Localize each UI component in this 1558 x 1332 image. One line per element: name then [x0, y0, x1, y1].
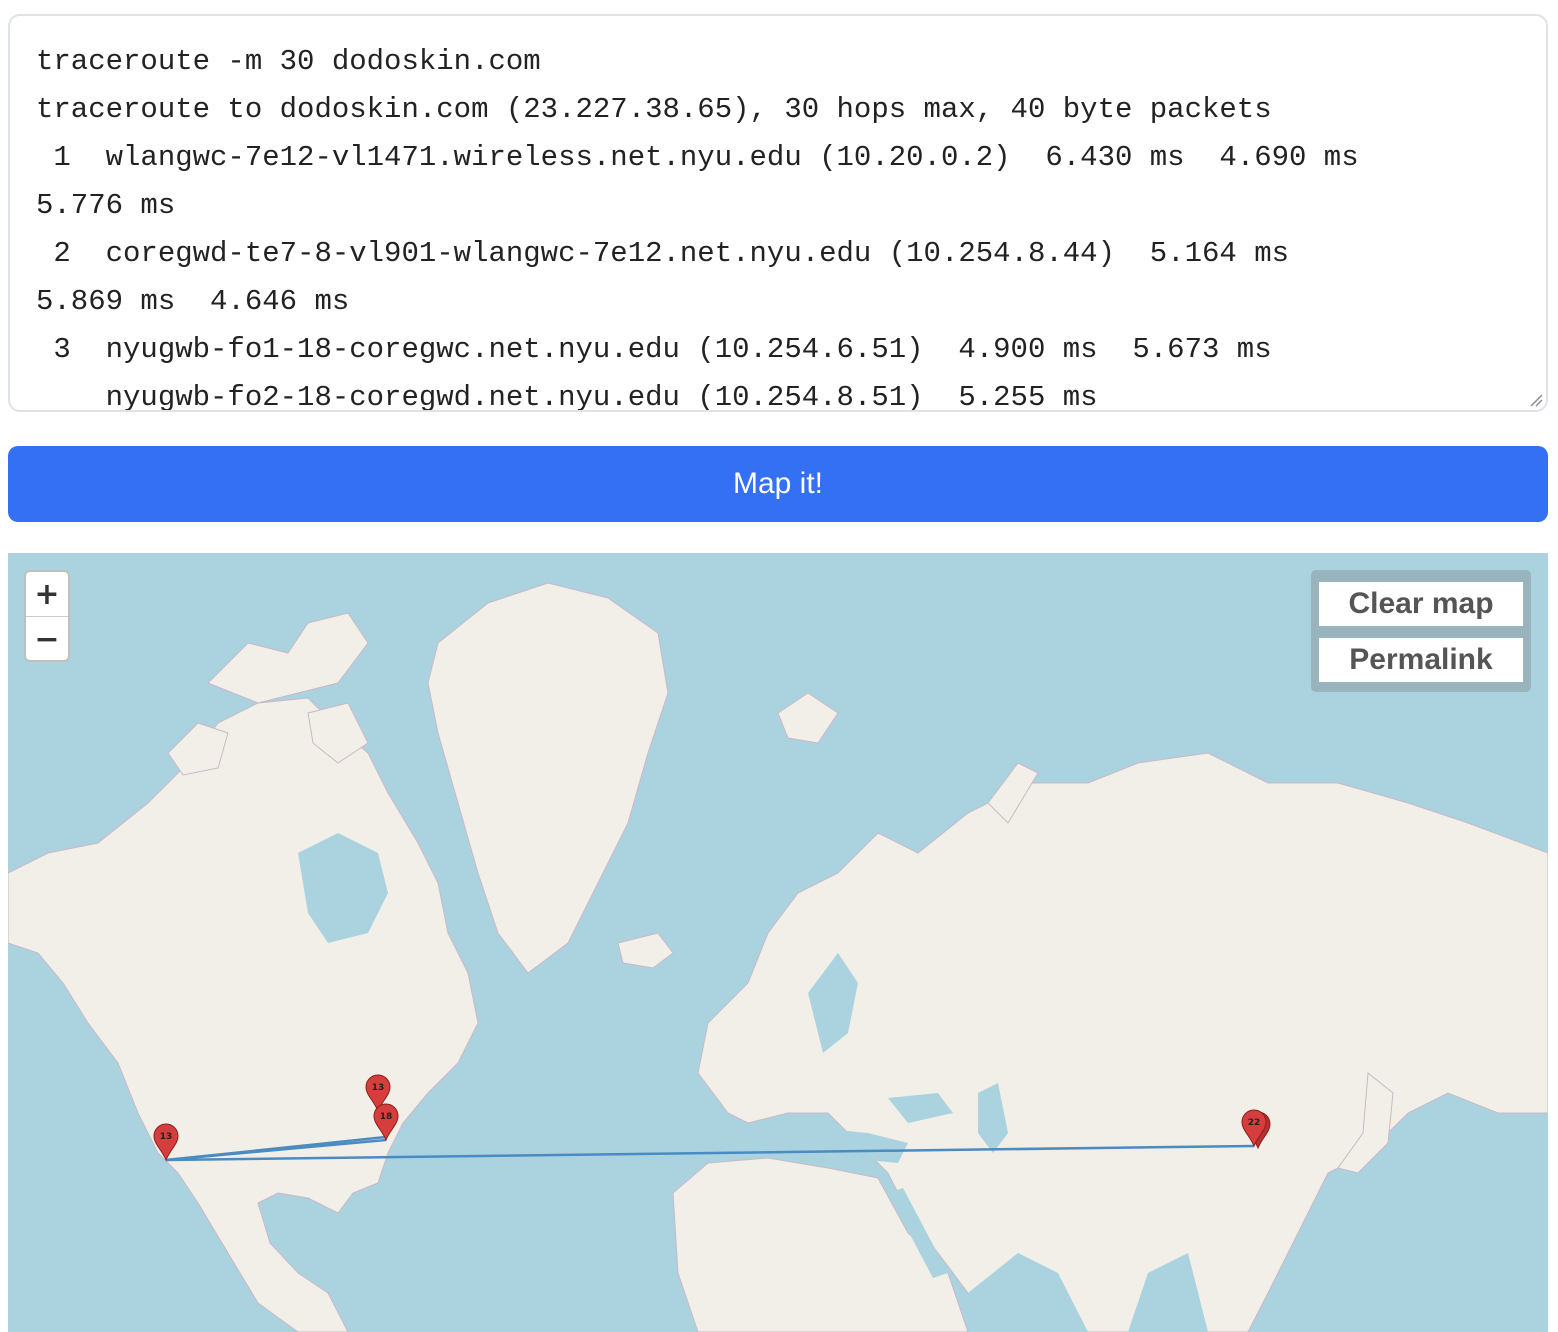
map-it-button[interactable]: Map it!	[8, 446, 1548, 522]
svalbard-land	[777, 692, 1039, 824]
greenland-land	[427, 582, 669, 974]
marker-label: 13	[372, 1083, 385, 1093]
zoom-control: + −	[24, 570, 70, 662]
permalink-button[interactable]: Permalink	[1319, 638, 1523, 682]
zoom-in-button[interactable]: +	[26, 572, 68, 617]
marker-label: 13	[160, 1132, 173, 1142]
marker-label: 22	[1248, 1118, 1261, 1128]
zoom-out-button[interactable]: −	[26, 617, 68, 660]
world-map[interactable]: 13 13 18 22 + − Clear map Permalink	[8, 553, 1548, 1332]
traceroute-textarea[interactable]: traceroute -m 30 dodoskin.com traceroute…	[8, 14, 1548, 412]
traceroute-text: traceroute -m 30 dodoskin.com traceroute…	[36, 45, 1359, 412]
marker-label: 18	[380, 1112, 393, 1122]
iceland-land	[617, 932, 674, 969]
resize-grip-icon[interactable]	[1529, 393, 1543, 407]
clear-map-button[interactable]: Clear map	[1319, 582, 1523, 626]
map-controls-panel: Clear map Permalink	[1311, 570, 1531, 692]
north-america-land	[8, 697, 479, 1332]
